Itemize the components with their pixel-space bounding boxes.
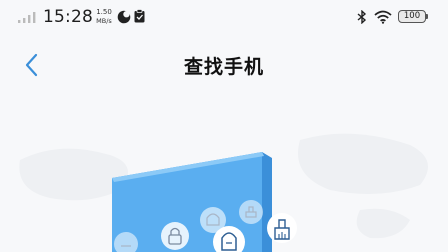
feature-bubble-lock [161, 222, 189, 250]
page-title: 查找手机 [183, 56, 264, 78]
feature-bubble-clean [267, 213, 297, 243]
find-phone-illustration [19, 133, 428, 252]
clipboard-icon [134, 9, 145, 23]
wifi-icon [374, 10, 392, 24]
network-speed-value: 1.50 [96, 8, 112, 16]
network-speed-unit: MB/s [96, 17, 112, 25]
battery-icon: 100 [398, 10, 426, 23]
status-bar: 15:28 1.50 MB/s 100 [0, 0, 448, 34]
status-time: 15:28 [43, 7, 93, 27]
bluetooth-icon [357, 10, 367, 24]
network-speed: 1.50 MB/s [91, 8, 117, 26]
feature-bubble-erase [239, 200, 263, 224]
do-not-disturb-icon [117, 10, 131, 24]
signal-icon [18, 12, 36, 23]
battery-tip [426, 14, 428, 19]
